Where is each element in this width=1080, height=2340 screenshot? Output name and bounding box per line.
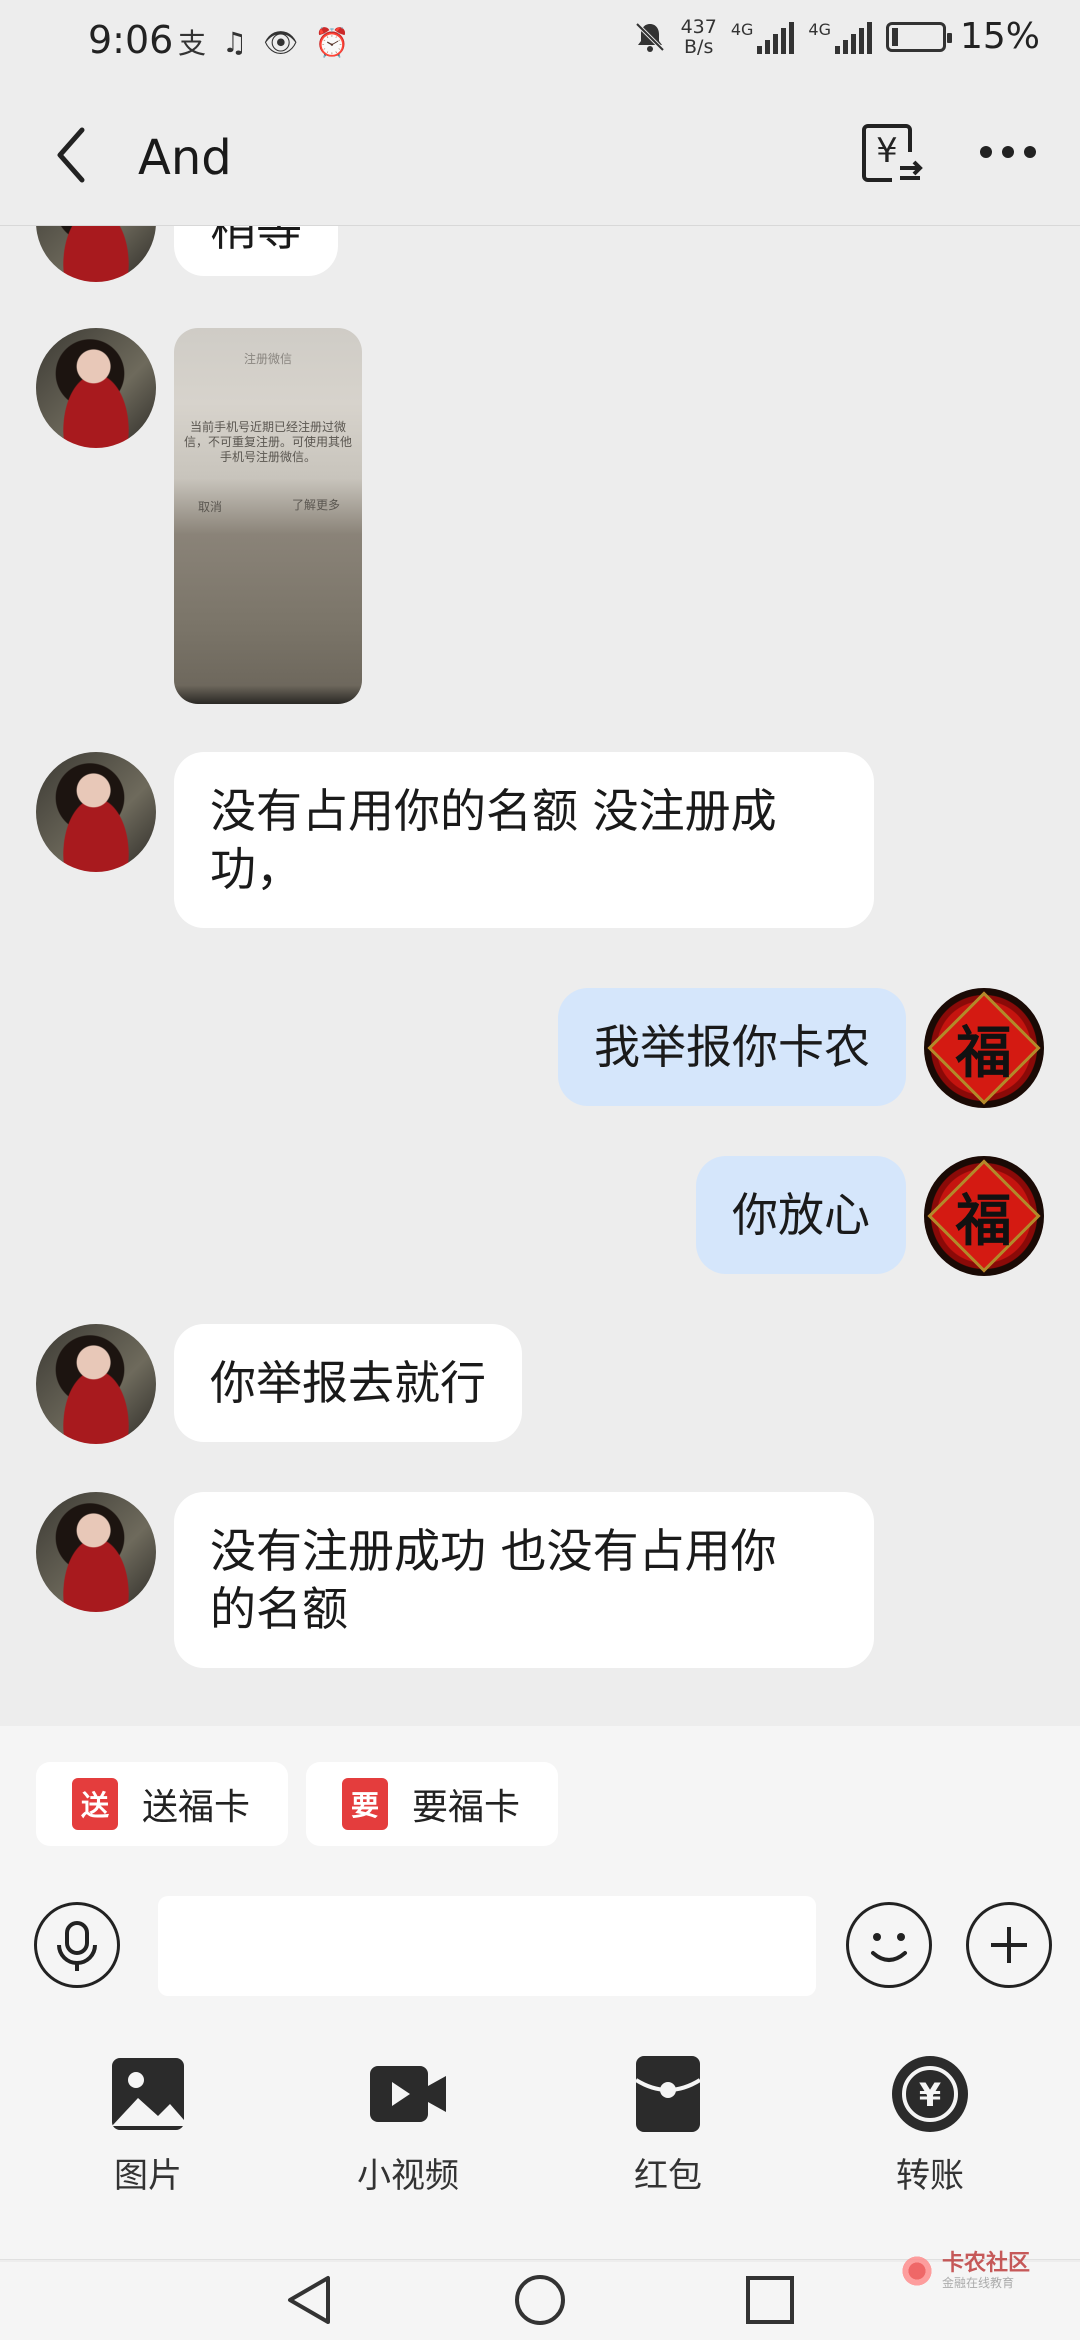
message-input[interactable] bbox=[158, 1896, 816, 1996]
flower-logo-icon bbox=[900, 2254, 934, 2288]
message-bubble[interactable]: 你举报去就行 bbox=[174, 1324, 522, 1442]
red-packet-icon bbox=[634, 2056, 702, 2132]
svg-text:¥: ¥ bbox=[876, 131, 898, 171]
image-icon bbox=[112, 2058, 184, 2130]
microphone-icon bbox=[57, 1921, 97, 1971]
my-message-bubble[interactable]: 你放心 bbox=[696, 1156, 906, 1274]
emoji-button[interactable] bbox=[846, 1902, 932, 1988]
watermark: 卡农社区 金融在线教育 bbox=[900, 2252, 1030, 2290]
status-bar: 9:06 支 ♫ 👁 ⏰ 437 B/s 4G 4G 15% bbox=[0, 0, 1080, 84]
tool-red-packet[interactable]: 红包 bbox=[588, 2054, 748, 2197]
quick-actions-bar: 送 送福卡 要 要福卡 bbox=[0, 1726, 1080, 1866]
nav-back-icon[interactable] bbox=[284, 2272, 334, 2328]
tool-photos[interactable]: 图片 bbox=[68, 2054, 228, 2197]
video-icon bbox=[370, 2066, 446, 2122]
my-avatar[interactable]: 福 bbox=[924, 988, 1044, 1108]
signal-icon: 4G bbox=[731, 20, 795, 54]
my-avatar[interactable]: 福 bbox=[924, 1156, 1044, 1276]
transfer-icon: ¥ bbox=[892, 2056, 968, 2132]
send-card-icon: 送 bbox=[72, 1778, 118, 1830]
back-button[interactable] bbox=[48, 120, 98, 190]
signal-icon-2: 4G bbox=[808, 20, 872, 54]
plus-icon bbox=[991, 1927, 1027, 1963]
eye-icon: 👁 bbox=[263, 25, 299, 59]
chat-title: And bbox=[138, 130, 232, 186]
music-icon: ♫ bbox=[222, 25, 248, 59]
contact-avatar[interactable] bbox=[36, 1492, 156, 1612]
contact-avatar[interactable] bbox=[36, 1324, 156, 1444]
message-list[interactable]: 稍等 注册微信 当前手机号近期已经注册过微信，不可重复注册。可使用其他手机号注册… bbox=[0, 226, 1080, 1726]
voice-input-button[interactable] bbox=[34, 1902, 120, 1988]
alipay-icon: 支 bbox=[178, 27, 207, 60]
chat-header: And ¥ bbox=[0, 84, 1080, 226]
input-bar bbox=[0, 1866, 1080, 2036]
smiley-icon bbox=[871, 1933, 907, 1962]
alarm-icon: ⏰ bbox=[314, 25, 350, 59]
contact-avatar[interactable] bbox=[36, 752, 156, 872]
message-bubble[interactable]: 没有注册成功 也没有占用你 的名额 bbox=[174, 1492, 874, 1668]
notification-icons: 支 ♫ 👁 ⏰ bbox=[178, 22, 350, 62]
function-panel: 图片 小视频 红包 ¥ 转账 bbox=[0, 2036, 1080, 2260]
more-options-icon[interactable] bbox=[976, 132, 1040, 172]
nav-home-icon[interactable] bbox=[512, 2272, 568, 2328]
battery-icon bbox=[885, 21, 952, 52]
status-right: 437 B/s 4G 4G 15% bbox=[633, 16, 1040, 57]
tool-video[interactable]: 小视频 bbox=[328, 2054, 488, 2197]
request-fu-card-button[interactable]: 要 要福卡 bbox=[306, 1762, 558, 1846]
request-card-icon: 要 bbox=[342, 1778, 388, 1830]
svg-text:¥: ¥ bbox=[919, 2076, 941, 2114]
transfer-shortcut-icon[interactable]: ¥ bbox=[856, 118, 926, 188]
more-functions-button[interactable] bbox=[966, 1902, 1052, 1988]
image-message[interactable]: 注册微信 当前手机号近期已经注册过微信，不可重复注册。可使用其他手机号注册微信。… bbox=[174, 328, 362, 704]
nav-recents-icon[interactable] bbox=[744, 2274, 796, 2326]
battery-percent: 15% bbox=[959, 16, 1040, 57]
send-fu-card-button[interactable]: 送 送福卡 bbox=[36, 1762, 288, 1846]
network-speed: 437 B/s bbox=[680, 15, 717, 58]
contact-avatar[interactable] bbox=[36, 226, 156, 282]
message-bubble[interactable]: 没有占用你的名额 没注册成 功， bbox=[174, 752, 874, 928]
status-time: 9:06 bbox=[88, 18, 174, 62]
chat-screen: 9:06 支 ♫ 👁 ⏰ 437 B/s 4G 4G 15% And ¥ 稍等 … bbox=[0, 0, 1080, 2340]
my-message-bubble[interactable]: 我举报你卡农 bbox=[558, 988, 906, 1106]
mute-bell-icon bbox=[635, 22, 664, 52]
message-bubble[interactable]: 稍等 bbox=[174, 226, 338, 276]
tool-transfer[interactable]: ¥ 转账 bbox=[850, 2054, 1010, 2197]
contact-avatar[interactable] bbox=[36, 328, 156, 448]
